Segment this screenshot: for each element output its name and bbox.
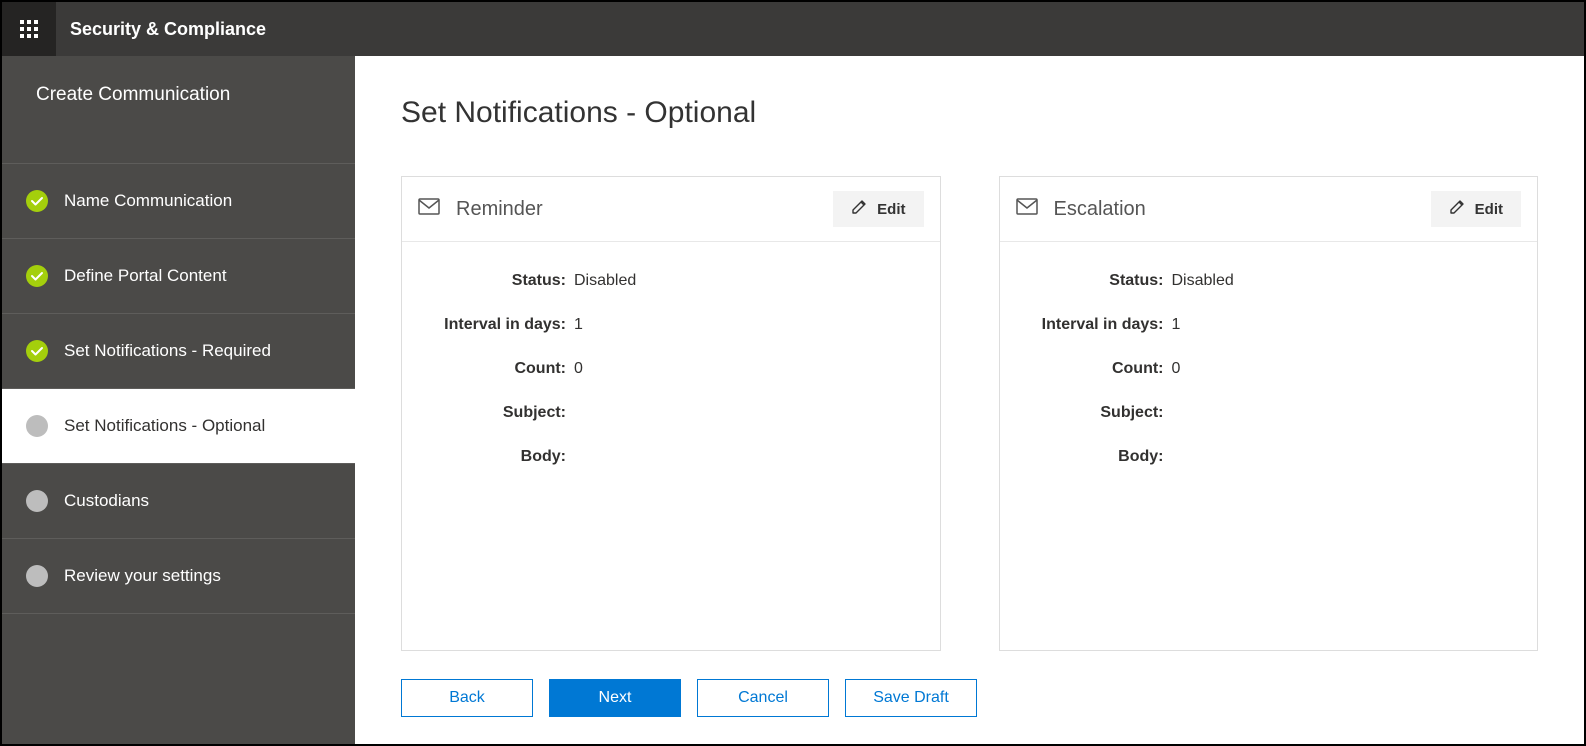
step-bullet-icon [26, 565, 48, 587]
mail-icon [1016, 198, 1038, 221]
field-value: 1 [572, 316, 920, 334]
top-bar: Security & Compliance [2, 2, 1584, 56]
card-header: Escalation Edit [1000, 177, 1538, 242]
field-label: Body: [1020, 448, 1170, 466]
field-count: Count: 0 [422, 360, 920, 378]
wizard-sidebar: Create Communication Name Communication … [2, 56, 355, 744]
reminder-card: Reminder Edit Status: Disabled Interva [401, 176, 941, 651]
card-body: Status: Disabled Interval in days: 1 Cou… [402, 242, 940, 522]
field-body: Body: [422, 448, 920, 466]
main-content: Set Notifications - Optional Reminder Ed… [355, 56, 1584, 744]
back-button[interactable]: Back [401, 679, 533, 717]
footer-buttons: Back Next Cancel Save Draft [401, 679, 1538, 717]
field-label: Count: [422, 360, 572, 378]
step-name-communication[interactable]: Name Communication [2, 164, 355, 239]
app-launcher-button[interactable] [2, 2, 56, 56]
edit-label: Edit [1475, 201, 1503, 218]
escalation-card: Escalation Edit Status: Disabled Inter [999, 176, 1539, 651]
field-value: Disabled [1170, 272, 1518, 290]
field-label: Subject: [422, 404, 572, 422]
step-custodians[interactable]: Custodians [2, 464, 355, 539]
cancel-button[interactable]: Cancel [697, 679, 829, 717]
field-subject: Subject: [422, 404, 920, 422]
checkmark-icon [26, 265, 48, 287]
card-body: Status: Disabled Interval in days: 1 Cou… [1000, 242, 1538, 522]
field-value: 0 [1170, 360, 1518, 378]
edit-escalation-button[interactable]: Edit [1431, 191, 1521, 227]
step-label: Custodians [64, 491, 149, 511]
step-label: Review your settings [64, 566, 221, 586]
field-label: Subject: [1020, 404, 1170, 422]
field-label: Status: [1020, 272, 1170, 290]
field-label: Body: [422, 448, 572, 466]
field-value: 0 [572, 360, 920, 378]
next-button[interactable]: Next [549, 679, 681, 717]
field-value: 1 [1170, 316, 1518, 334]
step-set-notifications-optional[interactable]: Set Notifications - Optional [2, 389, 355, 464]
waffle-icon [20, 20, 38, 38]
edit-reminder-button[interactable]: Edit [833, 191, 923, 227]
app-title: Security & Compliance [56, 19, 266, 40]
sidebar-title: Create Communication [2, 56, 355, 164]
step-review-your-settings[interactable]: Review your settings [2, 539, 355, 614]
field-status: Status: Disabled [422, 272, 920, 290]
field-interval: Interval in days: 1 [1020, 316, 1518, 334]
checkmark-icon [26, 340, 48, 362]
body-area: Create Communication Name Communication … [2, 56, 1584, 744]
mail-icon [418, 198, 440, 221]
page-title: Set Notifications - Optional [401, 96, 1538, 130]
field-label: Status: [422, 272, 572, 290]
field-label: Interval in days: [1020, 316, 1170, 334]
card-title: Reminder [456, 198, 833, 221]
step-define-portal-content[interactable]: Define Portal Content [2, 239, 355, 314]
field-label: Interval in days: [422, 316, 572, 334]
field-value: Disabled [572, 272, 920, 290]
field-value [572, 448, 920, 466]
field-value [572, 404, 920, 422]
step-bullet-icon [26, 415, 48, 437]
field-status: Status: Disabled [1020, 272, 1518, 290]
step-label: Name Communication [64, 191, 232, 211]
field-subject: Subject: [1020, 404, 1518, 422]
step-label: Define Portal Content [64, 266, 227, 286]
field-count: Count: 0 [1020, 360, 1518, 378]
field-value [1170, 404, 1518, 422]
field-interval: Interval in days: 1 [422, 316, 920, 334]
edit-label: Edit [877, 201, 905, 218]
field-label: Count: [1020, 360, 1170, 378]
step-bullet-icon [26, 490, 48, 512]
pencil-icon [1449, 199, 1465, 219]
field-body: Body: [1020, 448, 1518, 466]
card-title: Escalation [1054, 198, 1431, 221]
save-draft-button[interactable]: Save Draft [845, 679, 977, 717]
step-label: Set Notifications - Optional [64, 416, 265, 436]
field-value [1170, 448, 1518, 466]
pencil-icon [851, 199, 867, 219]
cards-row: Reminder Edit Status: Disabled Interva [401, 176, 1538, 651]
card-header: Reminder Edit [402, 177, 940, 242]
step-label: Set Notifications - Required [64, 341, 271, 361]
step-set-notifications-required[interactable]: Set Notifications - Required [2, 314, 355, 389]
checkmark-icon [26, 190, 48, 212]
